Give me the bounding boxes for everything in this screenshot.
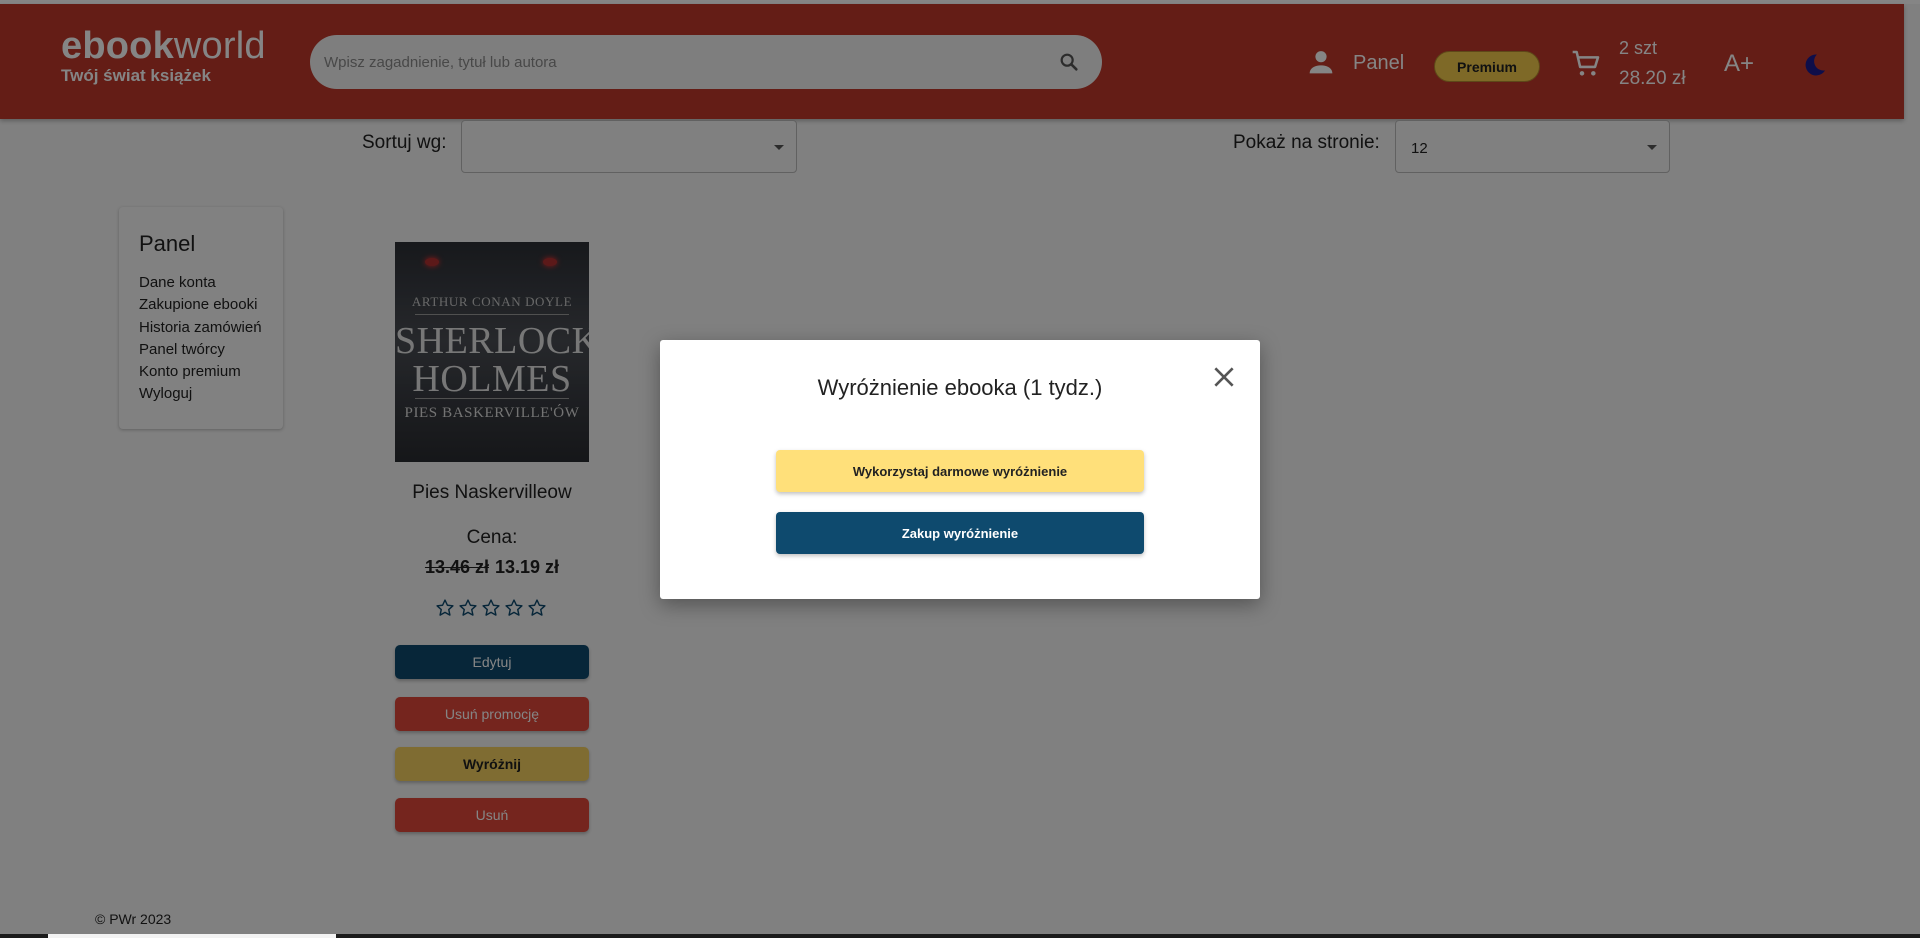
taskbar-strip: [0, 934, 1920, 938]
modal-title: Wyróżnienie ebooka (1 tydz.): [817, 375, 1103, 400]
close-icon[interactable]: [1211, 364, 1237, 390]
buy-feature-button[interactable]: Zakup wyróżnienie: [776, 512, 1144, 554]
taskbar-segment: [48, 934, 336, 938]
feature-modal: Wyróżnienie ebooka (1 tydz.) Wykorzystaj…: [660, 340, 1260, 599]
use-free-feature-button[interactable]: Wykorzystaj darmowe wyróżnienie: [776, 450, 1144, 492]
